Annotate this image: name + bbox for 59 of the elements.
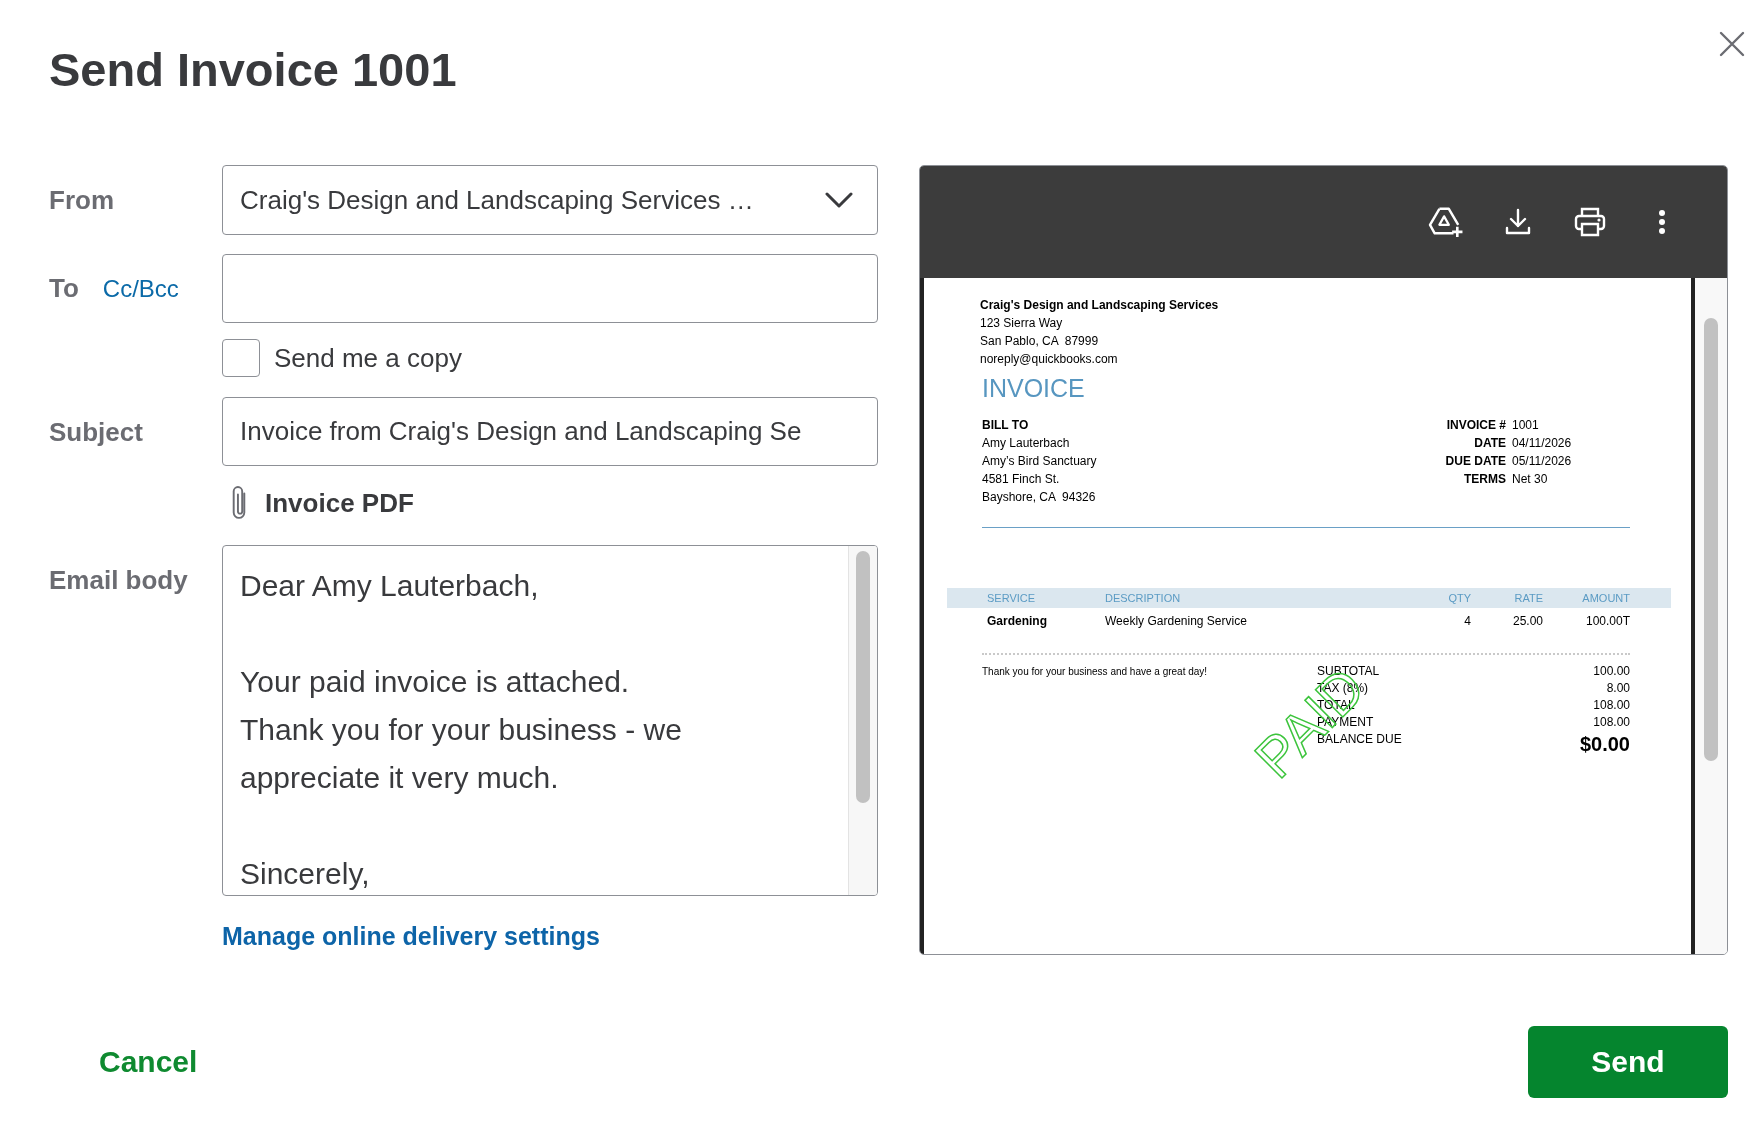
meta-value: 1001 xyxy=(1512,417,1540,434)
column-header: DESCRIPTION xyxy=(1105,592,1182,604)
bill-to-line: Amy Lauterbach xyxy=(982,435,1071,452)
dialog-title: Send Invoice 1001 xyxy=(49,42,457,98)
total-value: 100.00 xyxy=(1592,663,1630,680)
email-body-field[interactable]: Dear Amy Lauterbach, Your paid invoice is attached. Thank you for your business - we appreciate it very much. Sincerely, xyxy=(222,545,878,896)
table-cell-text: 100.00T xyxy=(1584,614,1630,628)
attachment-name: Invoice PDF xyxy=(265,487,414,519)
column-header: QTY xyxy=(1447,592,1471,604)
total-value: 108.00 xyxy=(1592,697,1630,714)
to-field[interactable] xyxy=(222,254,878,323)
balance-due-amount: $0.00 xyxy=(1579,732,1630,757)
table-cell-text: 25.00 xyxy=(1511,614,1543,628)
to-label: To xyxy=(49,273,79,304)
email-body-label: Email body xyxy=(49,565,189,595)
meta-label: TERMS xyxy=(1463,471,1506,488)
scrollbar-thumb[interactable] xyxy=(1704,318,1718,761)
total-value: 108.00 xyxy=(1592,714,1630,731)
meta-label: DUE DATE xyxy=(1445,453,1506,470)
address-line: 123 Sierra Way xyxy=(980,315,1064,332)
address-line: noreply@quickbooks.com xyxy=(980,351,1119,368)
invoice-heading: INVOICE xyxy=(982,373,1086,403)
checkbox[interactable] xyxy=(222,339,260,377)
checkbox-label: Send me a copy xyxy=(274,342,462,374)
meta-label: INVOICE # xyxy=(1445,417,1506,434)
table-cell-text: Gardening xyxy=(987,614,1048,628)
table-cell-text: Weekly Gardening Service xyxy=(1105,614,1248,628)
cancel-button[interactable]: Cancel xyxy=(87,1037,210,1087)
more-vertical-icon[interactable] xyxy=(1658,209,1666,235)
column-header: SERVICE xyxy=(987,592,1037,604)
meta-value: Net 30 xyxy=(1512,471,1549,488)
bill-to-label: BILL TO xyxy=(982,417,1030,434)
company-name: Craig's Design and Landscaping Services xyxy=(980,297,1220,314)
subject-label: Subject xyxy=(49,416,144,447)
cc-bcc-link[interactable]: Cc/Bcc xyxy=(102,274,179,303)
send-button[interactable]: Send xyxy=(1528,1026,1728,1098)
close-icon[interactable] xyxy=(1719,31,1745,57)
scrollbar-thumb[interactable] xyxy=(856,551,870,803)
delivery-settings-link[interactable]: Manage online delivery settings xyxy=(222,921,600,951)
download-icon[interactable] xyxy=(1505,208,1531,236)
meta-value: 04/11/2026 xyxy=(1512,435,1573,452)
meta-label: DATE xyxy=(1473,435,1506,452)
from-label: From xyxy=(49,185,115,215)
print-icon[interactable] xyxy=(1574,207,1606,237)
meta-value: 05/11/2026 xyxy=(1512,453,1573,470)
address-line: San Pablo, CA 87999 xyxy=(980,333,1100,350)
paperclip-icon xyxy=(230,486,248,520)
bill-to-line: Amy’s Bird Sanctuary xyxy=(982,453,1097,470)
from-select[interactable]: Craig's Design and Landscaping Services … xyxy=(222,165,878,235)
chevron-down-icon xyxy=(825,191,853,209)
subject-field[interactable]: Invoice from Craig's Design and Landscaping Se xyxy=(222,397,878,466)
column-header: AMOUNT xyxy=(1581,592,1630,604)
table-cell-text: 4 xyxy=(1463,614,1471,628)
bill-to-line: Bayshore, CA 94326 xyxy=(982,489,1097,506)
column-header: RATE xyxy=(1513,592,1543,604)
bill-to-line: 4581 Finch St. xyxy=(982,471,1061,488)
drive-add-icon[interactable] xyxy=(1428,206,1464,238)
total-value: 8.00 xyxy=(1605,680,1630,697)
thank-you-message: Thank you for your business and have a great day! xyxy=(982,665,1209,679)
